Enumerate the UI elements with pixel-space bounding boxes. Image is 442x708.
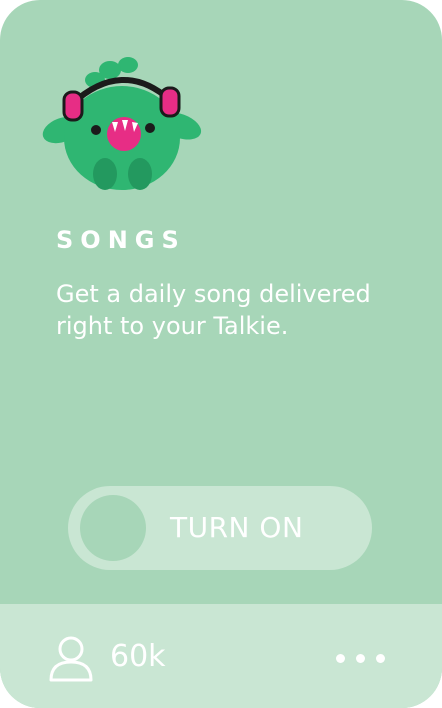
more-options-icon[interactable]: [332, 646, 392, 670]
toggle-knob[interactable]: [80, 495, 146, 561]
toggle-label: TURN ON: [170, 511, 304, 544]
skill-card[interactable]: SONGS Get a daily song delivered right t…: [0, 0, 442, 708]
card-footer: 60k: [0, 604, 442, 708]
card-description: Get a daily song delivered right to your…: [56, 280, 371, 340]
more-dot: [356, 654, 365, 663]
more-dot: [336, 654, 345, 663]
more-dot: [376, 654, 385, 663]
card-title: SONGS: [56, 226, 186, 254]
monster-headphones-icon: [42, 57, 202, 190]
user-icon: [49, 636, 93, 682]
followers-count: 60k: [110, 639, 166, 674]
turn-on-toggle[interactable]: TURN ON: [68, 486, 372, 570]
